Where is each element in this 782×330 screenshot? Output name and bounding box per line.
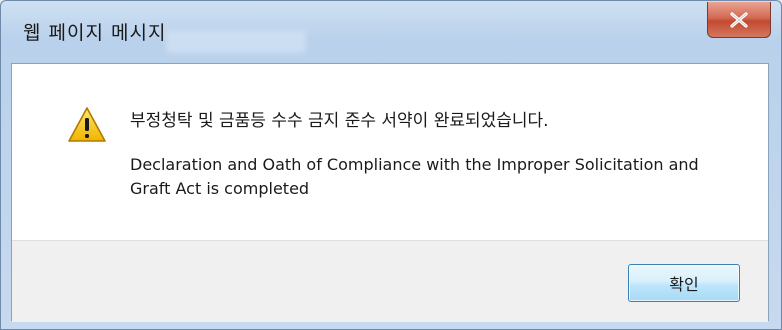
message-korean: 부정청탁 및 금품등 수수 금지 준수 서약이 완료되었습니다. [130, 111, 549, 131]
background-blur [166, 31, 306, 53]
message-english: Declaration and Oath of Compliance with … [130, 155, 699, 198]
close-button[interactable] [707, 2, 771, 38]
warning-icon [68, 107, 106, 142]
dialog-title: 웹 페이지 메시지 [23, 22, 167, 44]
title-bar[interactable]: 웹 페이지 메시지 [1, 1, 781, 61]
ok-button[interactable]: 확인 [628, 264, 740, 302]
button-bar: 확인 [12, 240, 768, 322]
dialog-body: 부정청탁 및 금품등 수수 금지 준수 서약이 완료되었습니다. Declara… [11, 63, 769, 322]
message-dialog: 웹 페이지 메시지 부정청탁 및 금품등 수수 금지 준수 서약이 완료되었습니… [0, 0, 782, 330]
close-icon [730, 11, 748, 28]
message-area: 부정청탁 및 금품등 수수 금지 준수 서약이 완료되었습니다. Declara… [12, 64, 768, 240]
